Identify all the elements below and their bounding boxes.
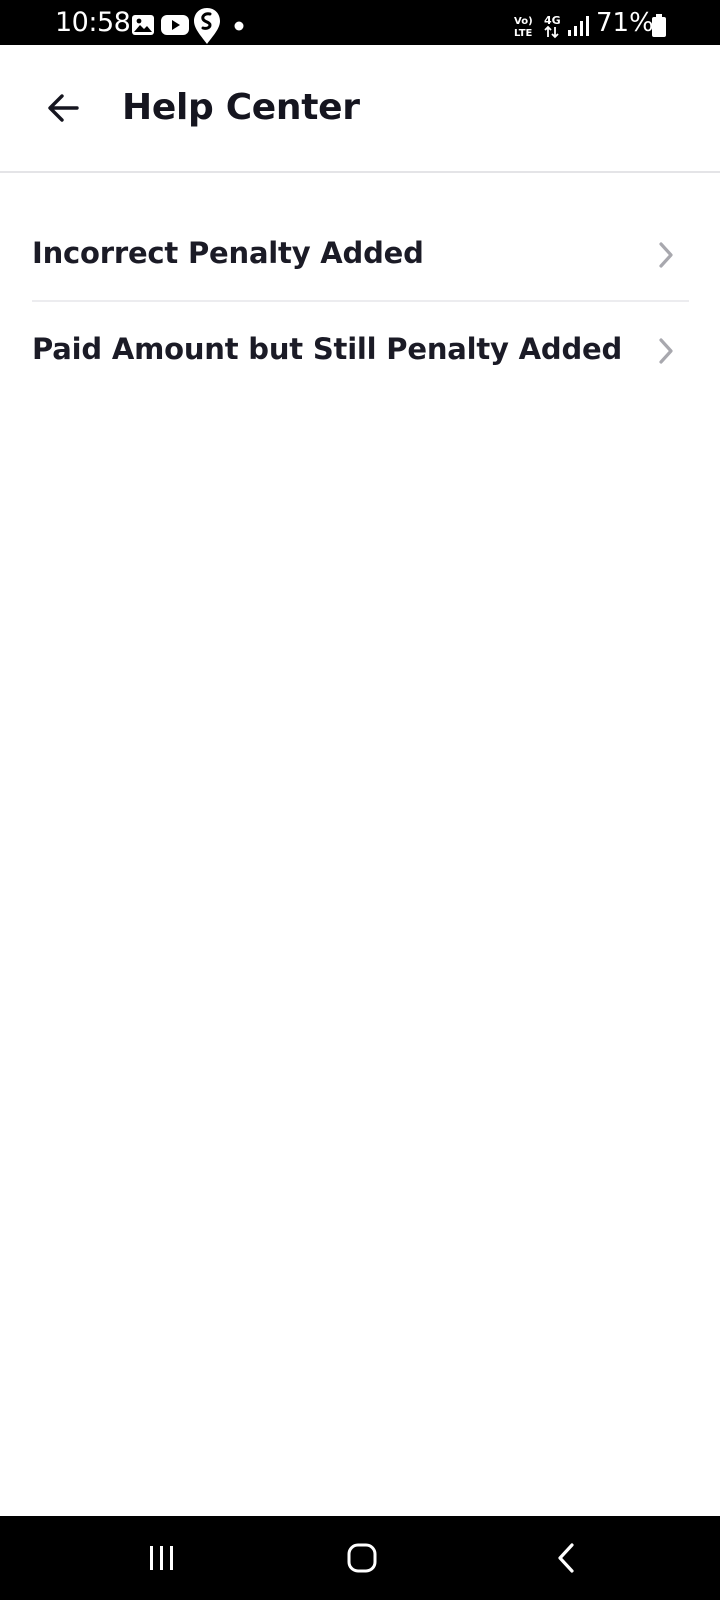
recents-icon — [150, 1546, 173, 1570]
battery-icon — [652, 14, 666, 37]
nav-back-button[interactable] — [536, 1536, 596, 1580]
list-item-label: Paid Amount but Still Penalty Added — [32, 332, 623, 366]
list-item-incorrect-penalty[interactable]: Incorrect Penalty Added — [32, 203, 689, 300]
back-button[interactable] — [34, 79, 92, 137]
network-4g-icon: 4G — [544, 14, 561, 39]
battery-percentage: 71% — [596, 8, 654, 38]
youtube-icon — [161, 15, 189, 35]
chevron-right-icon — [659, 338, 673, 364]
status-bar: 10:58 Vo) LTE 4G 71% — [0, 0, 720, 45]
list-item-paid-but-penalty[interactable]: Paid Amount but Still Penalty Added — [32, 300, 689, 399]
arrow-left-icon — [48, 94, 79, 122]
svg-text:4G: 4G — [544, 14, 561, 27]
home-button[interactable] — [332, 1536, 392, 1580]
page-title: Help Center — [122, 87, 360, 128]
gallery-icon — [132, 15, 154, 35]
recents-button[interactable] — [132, 1536, 192, 1580]
help-topics-list: Incorrect Penalty Added Paid Amount but … — [32, 203, 689, 399]
status-time: 10:58 — [55, 7, 131, 38]
signal-icon — [568, 16, 589, 36]
svg-text:LTE: LTE — [514, 28, 533, 38]
volte-icon: Vo) LTE — [514, 16, 533, 38]
svg-text:Vo): Vo) — [514, 16, 533, 27]
dot-icon — [234, 21, 244, 31]
back-icon — [558, 1543, 574, 1573]
chevron-right-icon — [659, 242, 673, 268]
swiggy-icon — [194, 8, 220, 44]
system-nav-bar — [0, 1516, 720, 1600]
home-icon — [347, 1543, 377, 1573]
list-item-label: Incorrect Penalty Added — [32, 236, 424, 270]
app-bar: Help Center — [0, 45, 720, 173]
